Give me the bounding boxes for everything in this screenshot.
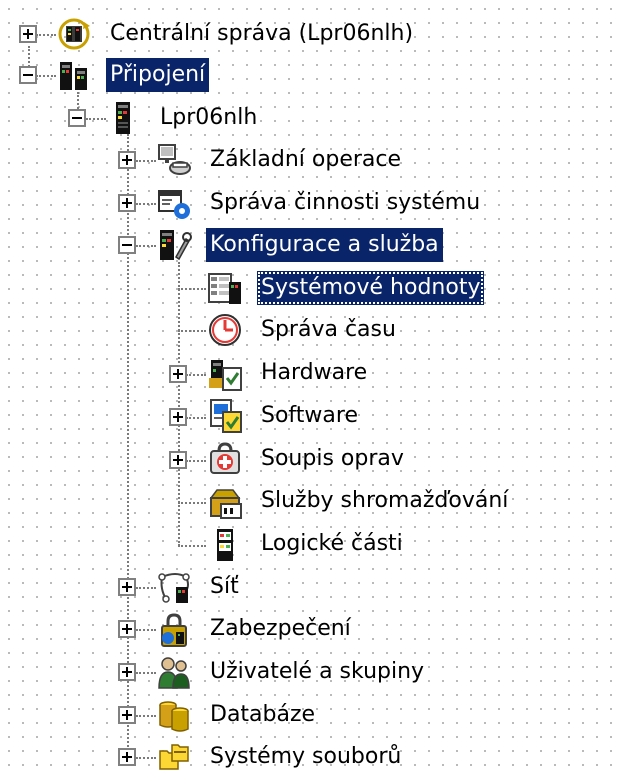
tree-connector-line — [136, 587, 156, 589]
tree-connector-line — [136, 160, 156, 162]
tree-item-connections[interactable]: Připojení — [106, 58, 210, 92]
tree-item-time-management[interactable]: Správa času — [257, 313, 400, 347]
database-icon — [156, 697, 192, 733]
tree-connector-line — [186, 374, 206, 376]
tree-item-software[interactable]: Software — [257, 399, 362, 433]
tree-connector-line — [136, 715, 156, 717]
tree-connector-line — [186, 460, 206, 462]
expand-button[interactable] — [169, 365, 187, 383]
tree-item-users-groups[interactable]: Uživatelé a skupiny — [206, 655, 428, 689]
tree-connector-line — [136, 203, 156, 205]
tree-item-fixes-inventory[interactable]: Soupis oprav — [257, 442, 408, 476]
tree-item-security[interactable]: Zabezpečení — [206, 612, 355, 646]
expand-button[interactable] — [169, 408, 187, 426]
tree-item-configuration-service[interactable]: Konfigurace a služba — [206, 228, 443, 262]
tree-connector-line — [178, 288, 206, 290]
tree-connector-line — [36, 75, 56, 77]
system-icon — [106, 100, 142, 136]
collapse-button[interactable] — [68, 109, 86, 127]
tree-connector-line — [178, 545, 206, 547]
collapse-button[interactable] — [19, 66, 37, 84]
expand-button[interactable] — [118, 748, 136, 766]
connections-icon — [56, 58, 92, 94]
expand-button[interactable] — [118, 706, 136, 724]
collapse-button[interactable] — [118, 236, 136, 254]
software-icon — [207, 398, 243, 434]
expand-button[interactable] — [118, 151, 136, 169]
users-groups-icon — [156, 654, 192, 690]
tree-connector-line — [36, 34, 56, 36]
file-systems-icon — [156, 739, 192, 772]
tree-item-logical-partitions[interactable]: Logické části — [257, 527, 407, 561]
tree-item-collection-services[interactable]: Služby shromažďování — [257, 484, 512, 518]
expand-button[interactable] — [118, 194, 136, 212]
configuration-service-icon — [156, 227, 192, 263]
collection-services-icon — [207, 484, 243, 520]
tree-connector-line — [136, 245, 156, 247]
tree-item-system-values[interactable]: Systémové hodnoty — [257, 271, 485, 305]
tree-item-hardware[interactable]: Hardware — [257, 356, 371, 390]
expand-button[interactable] — [118, 578, 136, 596]
security-icon — [156, 612, 192, 648]
system-values-icon — [207, 270, 243, 306]
fixes-inventory-icon — [207, 441, 243, 477]
tree-item-file-systems[interactable]: Systémy souborů — [206, 740, 405, 772]
network-icon — [156, 569, 192, 605]
tree-connector-line — [186, 417, 206, 419]
expand-button[interactable] — [19, 25, 37, 43]
tree-item-work-management[interactable]: Správa činnosti systému — [206, 186, 484, 220]
navigation-tree[interactable]: Centrální správa (Lpr06nlh) Připojení Lp… — [0, 0, 624, 772]
tree-connector-line — [86, 118, 106, 120]
work-management-icon — [156, 185, 192, 221]
tree-connector-line — [136, 757, 156, 759]
logical-partitions-icon — [207, 527, 243, 563]
tree-connector-line — [178, 502, 206, 504]
expand-button[interactable] — [169, 451, 187, 469]
hardware-icon — [207, 356, 243, 392]
tree-item-basic-operations[interactable]: Základní operace — [206, 143, 405, 177]
expand-button[interactable] — [118, 620, 136, 638]
tree-item-network[interactable]: Síť — [206, 570, 243, 604]
basic-operations-icon — [156, 142, 192, 178]
tree-connector-line — [136, 629, 156, 631]
tree-connector-line — [178, 330, 206, 332]
expand-button[interactable] — [118, 663, 136, 681]
clock-icon — [207, 312, 243, 348]
tree-item-database[interactable]: Databáze — [206, 698, 319, 732]
tree-item-system[interactable]: Lpr06nlh — [156, 101, 261, 135]
central-management-icon — [56, 16, 92, 52]
tree-item-central-management[interactable]: Centrální správa (Lpr06nlh) — [106, 17, 417, 51]
tree-connector-line — [136, 672, 156, 674]
